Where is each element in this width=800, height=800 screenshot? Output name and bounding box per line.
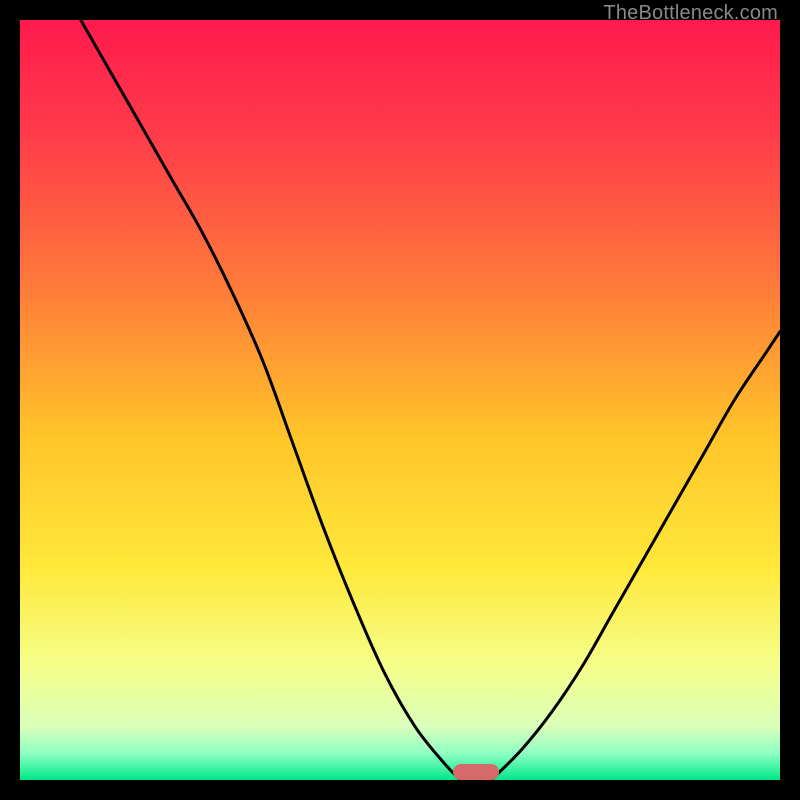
plot-area xyxy=(20,20,780,780)
chart-frame: TheBottleneck.com xyxy=(0,0,800,800)
curve-right-branch xyxy=(491,332,780,780)
watermark-text: TheBottleneck.com xyxy=(603,2,778,25)
curve-left-branch xyxy=(81,20,461,780)
optimal-marker xyxy=(453,764,499,780)
bottleneck-curve xyxy=(20,20,780,780)
